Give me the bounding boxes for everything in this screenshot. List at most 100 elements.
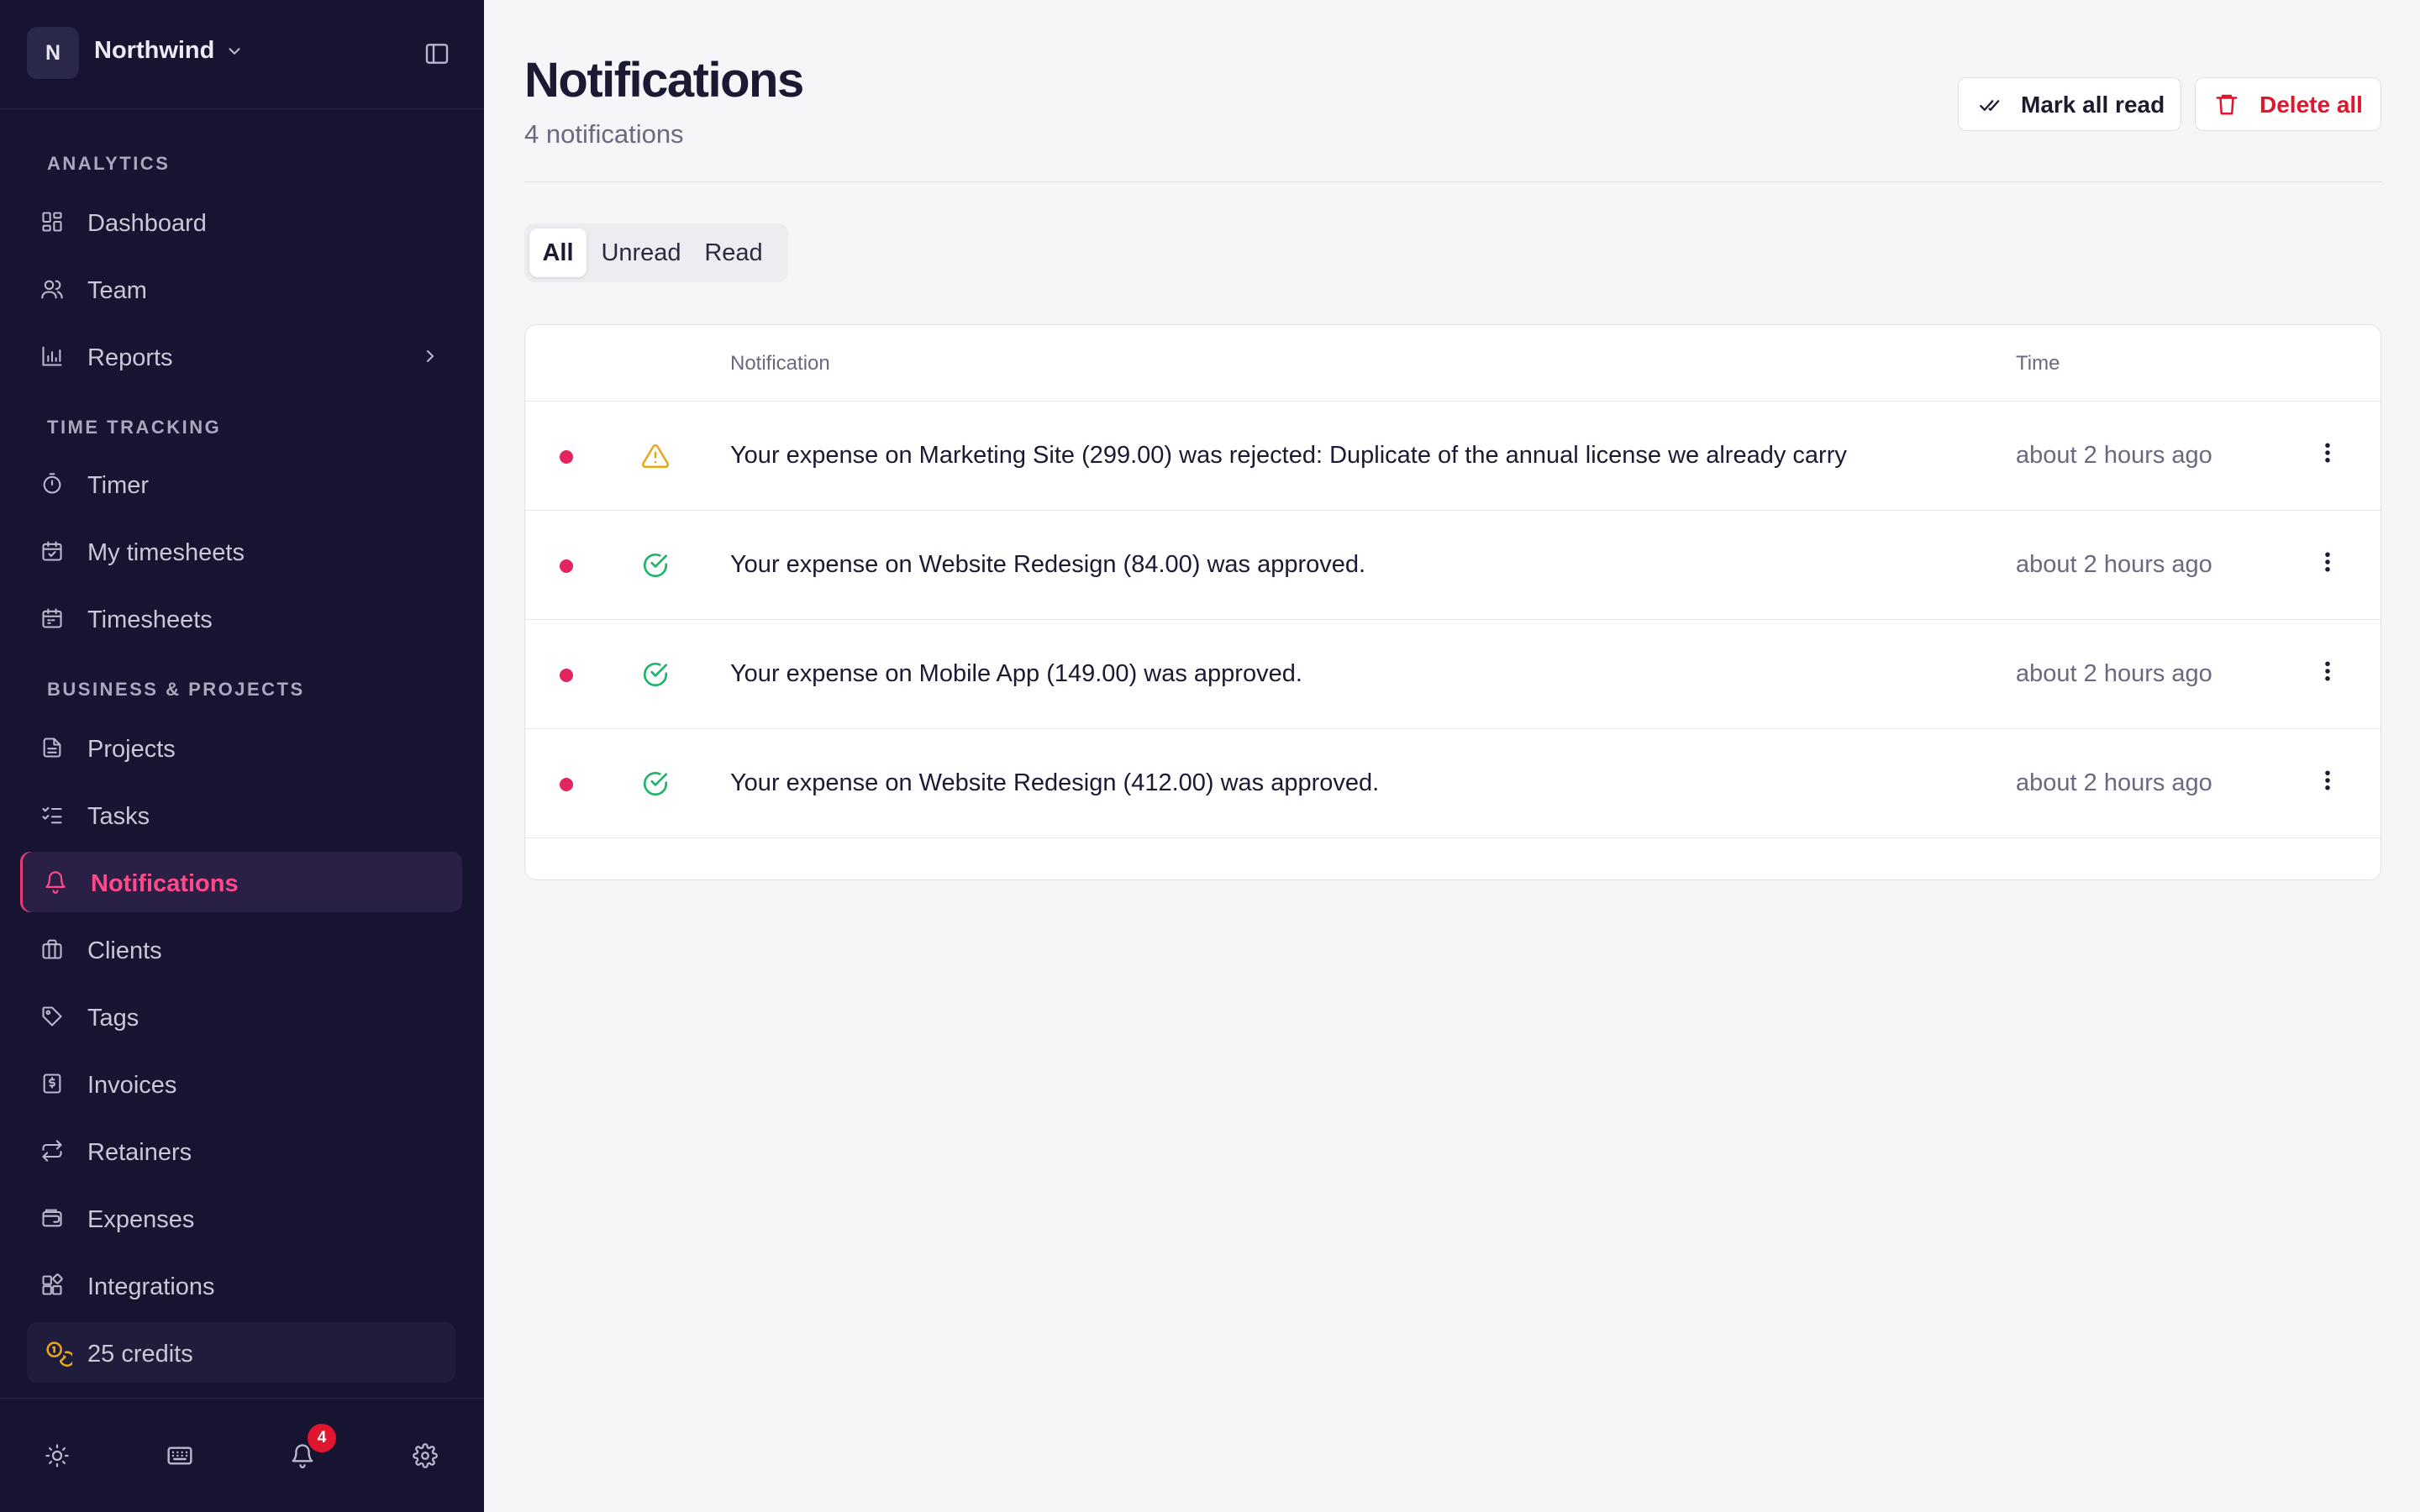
unread-indicator xyxy=(560,669,573,682)
notification-time: about 2 hours ago xyxy=(2016,660,2212,687)
unread-indicator xyxy=(560,450,573,464)
chevron-down-icon[interactable] xyxy=(225,42,244,60)
checklist-icon xyxy=(40,803,64,827)
table-row[interactable]: Your expense on Mobile App (149.00) was … xyxy=(525,620,2381,729)
dashboard-icon xyxy=(40,210,64,234)
mark-all-read-button[interactable]: Mark all read xyxy=(1958,77,2181,131)
bell-icon xyxy=(44,870,67,894)
more-vertical-icon[interactable] xyxy=(2323,440,2332,465)
tab-unread[interactable]: Unread xyxy=(592,228,691,277)
section-label-analytics: ANALYTICS xyxy=(47,153,171,174)
notification-text: Your expense on Website Redesign (84.00)… xyxy=(730,551,1366,578)
notification-count-badge: 4 xyxy=(308,1424,336,1452)
workspace-header: N Northwind xyxy=(0,0,484,109)
warning-icon xyxy=(641,442,670,470)
credits-badge[interactable]: 25 credits xyxy=(27,1322,455,1383)
sidebar-item-reports[interactable]: Reports xyxy=(20,326,462,386)
sidebar-item-my-timesheets[interactable]: My timesheets xyxy=(20,521,462,581)
mark-all-read-label: Mark all read xyxy=(2021,92,2165,118)
page-title: Notifications xyxy=(524,53,804,108)
check-circle-icon xyxy=(641,660,670,689)
sidebar-item-label: Notifications xyxy=(91,870,239,897)
notification-time: about 2 hours ago xyxy=(2016,442,2212,469)
column-header-notification: Notification xyxy=(730,352,830,375)
sidebar-item-tasks[interactable]: Tasks xyxy=(20,785,462,845)
sidebar-item-timer[interactable]: Timer xyxy=(20,454,462,514)
wallet-icon xyxy=(40,1206,64,1230)
users-icon xyxy=(40,277,64,301)
sidebar-item-label: Projects xyxy=(87,736,176,763)
stopwatch-icon xyxy=(40,472,64,496)
integrations-icon xyxy=(40,1273,64,1297)
sidebar-item-tags[interactable]: Tags xyxy=(20,986,462,1047)
filter-tabs: All Unread Read xyxy=(524,223,788,282)
sidebar-item-dashboard[interactable]: Dashboard xyxy=(20,192,462,252)
sidebar-item-invoices[interactable]: Invoices xyxy=(20,1053,462,1114)
calendar-icon xyxy=(40,539,64,563)
table-row[interactable]: Your expense on Website Redesign (84.00)… xyxy=(525,511,2381,620)
section-label-time-tracking: TIME TRACKING xyxy=(47,417,222,438)
sidebar-item-expenses[interactable]: Expenses xyxy=(20,1188,462,1248)
notification-time: about 2 hours ago xyxy=(2016,769,2212,796)
tag-icon xyxy=(40,1005,64,1028)
briefcase-icon xyxy=(40,937,64,961)
sidebar-toggle-icon[interactable] xyxy=(424,40,450,67)
delete-all-label: Delete all xyxy=(2260,92,2363,118)
trash-icon xyxy=(2214,92,2239,117)
calendar-icon xyxy=(40,606,64,630)
more-vertical-icon[interactable] xyxy=(2323,659,2332,684)
bar-chart-icon xyxy=(40,344,64,368)
notification-text: Your expense on Marketing Site (299.00) … xyxy=(730,442,1847,469)
sidebar-item-retainers[interactable]: Retainers xyxy=(20,1121,462,1181)
sidebar-item-team[interactable]: Team xyxy=(20,259,462,319)
check-circle-icon xyxy=(641,769,670,798)
sidebar-item-label: Integrations xyxy=(87,1273,215,1300)
sidebar: N Northwind ANALYTICS Dashboard Team Rep… xyxy=(0,0,484,1512)
tab-all[interactable]: All xyxy=(529,228,587,277)
sidebar-item-clients[interactable]: Clients xyxy=(20,919,462,979)
invoice-icon xyxy=(40,1072,64,1095)
sidebar-item-label: Timer xyxy=(87,472,150,499)
sidebar-item-label: Reports xyxy=(87,344,173,371)
sidebar-item-label: Tags xyxy=(87,1005,139,1032)
notification-time: about 2 hours ago xyxy=(2016,551,2212,578)
delete-all-button[interactable]: Delete all xyxy=(2195,77,2381,131)
credits-label: 25 credits xyxy=(87,1341,193,1368)
table-row[interactable]: Your expense on Website Redesign (412.00… xyxy=(525,729,2381,838)
sidebar-footer: 4 xyxy=(0,1398,484,1512)
sidebar-item-label: Team xyxy=(87,277,147,304)
coins-icon xyxy=(45,1341,72,1368)
notification-text: Your expense on Website Redesign (412.00… xyxy=(730,769,1380,796)
more-vertical-icon[interactable] xyxy=(2323,768,2332,793)
sun-icon[interactable] xyxy=(40,1439,74,1473)
header-divider xyxy=(524,181,2381,182)
chevron-right-icon xyxy=(420,346,440,366)
sidebar-item-projects[interactable]: Projects xyxy=(20,717,462,778)
table-row[interactable]: Your expense on Marketing Site (299.00) … xyxy=(525,402,2381,511)
sidebar-item-label: My timesheets xyxy=(87,539,245,566)
sidebar-item-label: Expenses xyxy=(87,1206,195,1233)
double-check-icon xyxy=(1979,93,2004,117)
gear-icon[interactable] xyxy=(408,1439,442,1473)
main-content: Notifications 4 notifications Mark all r… xyxy=(484,0,2420,1512)
repeat-icon xyxy=(40,1139,64,1163)
document-icon xyxy=(40,736,64,759)
notification-count-label: 4 notifications xyxy=(524,119,684,149)
more-vertical-icon[interactable] xyxy=(2323,549,2332,575)
sidebar-item-label: Timesheets xyxy=(87,606,213,633)
tab-read[interactable]: Read xyxy=(696,228,771,277)
sidebar-item-timesheets[interactable]: Timesheets xyxy=(20,588,462,648)
unread-indicator xyxy=(560,559,573,573)
workspace-name[interactable]: Northwind xyxy=(94,37,214,65)
section-label-business-projects: BUSINESS & PROJECTS xyxy=(47,679,305,700)
sidebar-item-integrations[interactable]: Integrations xyxy=(20,1255,462,1315)
sidebar-item-label: Dashboard xyxy=(87,210,207,237)
workspace-avatar[interactable]: N xyxy=(27,27,79,79)
notification-text: Your expense on Mobile App (149.00) was … xyxy=(730,660,1302,687)
sidebar-item-label: Clients xyxy=(87,937,162,964)
sidebar-item-label: Tasks xyxy=(87,803,150,830)
keyboard-icon[interactable] xyxy=(163,1439,197,1473)
sidebar-item-notifications[interactable]: Notifications xyxy=(20,852,462,912)
notifications-table: Notification Time Your expense on Market… xyxy=(524,324,2381,880)
column-header-time: Time xyxy=(2016,352,2060,375)
